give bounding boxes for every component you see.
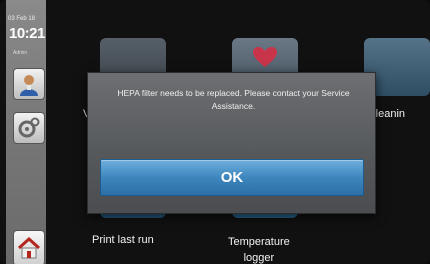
app-label-print: Print last run bbox=[92, 234, 154, 246]
dialog-message: HEPA filter needs to be replaced. Please… bbox=[117, 88, 350, 111]
device-screen: 03 Feb 18 10:21 Admin p cleanin Print la… bbox=[0, 0, 430, 264]
user-label: Admin bbox=[13, 50, 28, 56]
user-button[interactable] bbox=[13, 68, 45, 100]
home-button[interactable] bbox=[13, 230, 45, 264]
person-icon bbox=[20, 75, 38, 96]
date-label: 03 Feb 18 bbox=[8, 16, 36, 22]
settings-icon bbox=[18, 117, 40, 138]
settings-button[interactable] bbox=[13, 112, 45, 144]
alert-dialog: HEPA filter needs to be replaced. Please… bbox=[87, 72, 376, 214]
sidebar: 03 Feb 18 10:21 Admin bbox=[6, 0, 46, 264]
home-icon bbox=[17, 236, 41, 259]
heart-icon bbox=[253, 47, 277, 67]
clock-time: 10:21 bbox=[9, 25, 45, 42]
app-label-temperature: Temperature logger bbox=[228, 236, 290, 264]
ok-button[interactable]: OK bbox=[100, 159, 364, 196]
